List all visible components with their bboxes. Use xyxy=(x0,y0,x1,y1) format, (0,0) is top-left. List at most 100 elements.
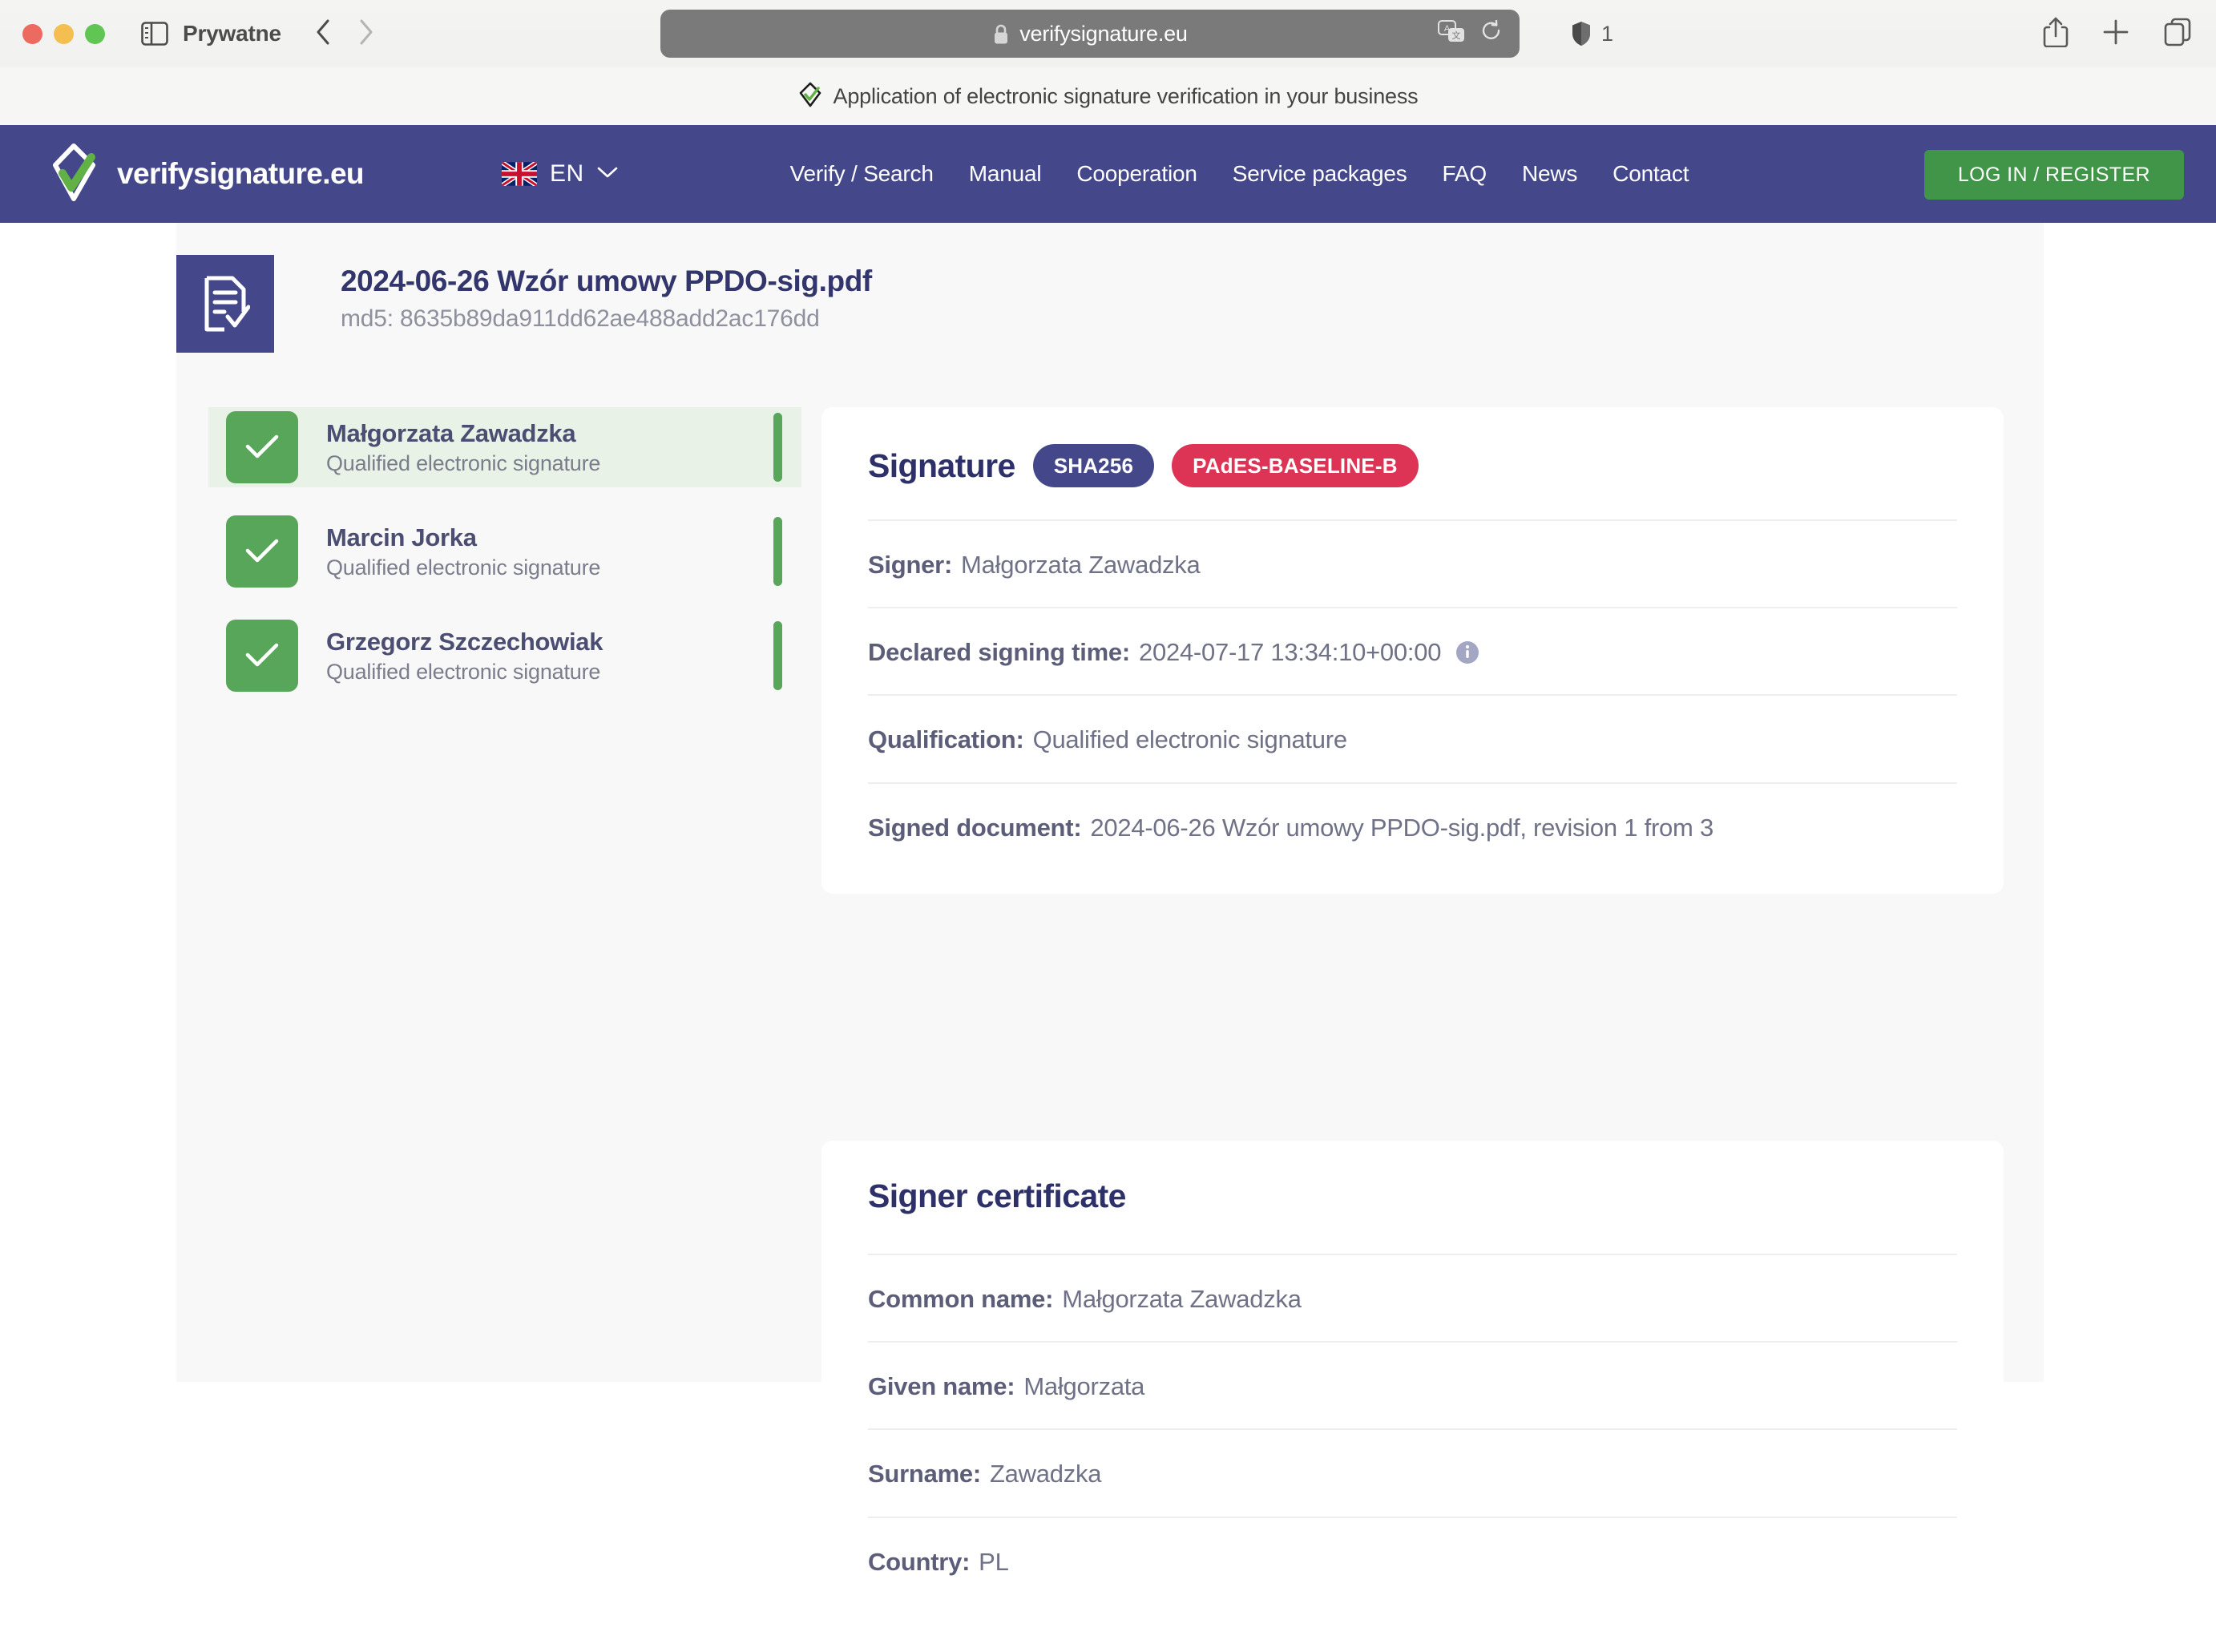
signature-row-signer-label: Signer: xyxy=(868,551,953,579)
document-md5: md5: 8635b89da911dd62ae488add2ac176dd xyxy=(341,305,820,332)
certificate-card-header: Signer certificate xyxy=(868,1177,1957,1254)
nav-item-news[interactable]: News xyxy=(1504,161,1595,187)
signature-card: Signature SHA256 PAdES-BASELINE-B Signer… xyxy=(821,407,2004,894)
browser-toolbar: Prywatne verifysignature.eu A 文 1 xyxy=(0,0,2216,67)
close-window-button[interactable] xyxy=(22,23,42,44)
nav-item-contact[interactable]: Contact xyxy=(1595,161,1706,187)
tab-strip: Application of electronic signature veri… xyxy=(0,67,2216,125)
hash-algorithm-badge: SHA256 xyxy=(1032,444,1155,487)
maximize-window-button[interactable] xyxy=(85,23,105,44)
main-navigation: Verify / Search Manual Cooperation Servi… xyxy=(773,161,1707,187)
nav-item-cooperation[interactable]: Cooperation xyxy=(1059,161,1214,187)
info-icon[interactable] xyxy=(1455,640,1479,664)
signature-row-signed-document-label: Signed document: xyxy=(868,813,1082,842)
certificate-row-surname-label: Surname: xyxy=(868,1460,981,1488)
certificate-row-country: Country: PL xyxy=(868,1516,1957,1604)
site-header: verifysignature.eu EN Verify / Search Ma… xyxy=(0,125,2216,223)
signature-row-signing-time-label: Declared signing time: xyxy=(868,638,1130,667)
nav-item-service-packages[interactable]: Service packages xyxy=(1215,161,1425,187)
signer-type: Qualified electronic signature xyxy=(326,660,601,685)
verifysignature-logo-icon xyxy=(50,143,99,206)
window-controls xyxy=(22,23,105,44)
signer-status-bar xyxy=(773,413,782,482)
forward-button[interactable] xyxy=(358,18,374,50)
shield-icon xyxy=(1572,22,1590,46)
navigation-arrows xyxy=(315,18,374,50)
language-switcher[interactable]: EN xyxy=(501,160,618,188)
signer-info: Marcin Jorka Qualified electronic signat… xyxy=(326,523,600,581)
signature-row-signer-value: Małgorzata Zawadzka xyxy=(961,551,1201,579)
nav-item-verify-search[interactable]: Verify / Search xyxy=(773,161,951,187)
signed-document-icon xyxy=(176,255,274,353)
signer-name: Małgorzata Zawadzka xyxy=(326,418,576,447)
brand-logo-link[interactable]: verifysignature.eu xyxy=(50,143,365,206)
signature-format-badge: PAdES-BASELINE-B xyxy=(1172,444,1419,487)
svg-text:文: 文 xyxy=(1452,30,1461,41)
site-favicon xyxy=(798,82,822,111)
nav-item-faq[interactable]: FAQ xyxy=(1425,161,1504,187)
signer-name: Marcin Jorka xyxy=(326,523,477,551)
nav-item-manual[interactable]: Manual xyxy=(951,161,1060,187)
login-register-button[interactable]: LOG IN / REGISTER xyxy=(1923,150,2184,200)
signer-type: Qualified electronic signature xyxy=(326,555,601,580)
sidebar-toggle-button[interactable] xyxy=(141,22,168,46)
signature-valid-icon xyxy=(226,620,298,692)
share-icon[interactable] xyxy=(2043,17,2069,51)
signature-row-qualification-value: Qualified electronic signature xyxy=(1032,725,1348,754)
signature-row-qualification: Qualification: Qualified electronic sign… xyxy=(868,694,1957,782)
signer-certificate-card: Signer certificate Common name: Małgorza… xyxy=(821,1141,2004,1652)
browser-tab[interactable]: Application of electronic signature veri… xyxy=(798,82,1419,111)
certificate-row-common-name: Common name: Małgorzata Zawadzka xyxy=(868,1254,1957,1341)
certificate-row-surname: Surname: Zawadzka xyxy=(868,1428,1957,1516)
content-container: 2024-06-26 Wzór umowy PPDO-sig.pdf md5: … xyxy=(176,223,2044,1652)
signer-list-item-1[interactable]: Marcin Jorka Qualified electronic signat… xyxy=(208,511,801,592)
tracker-shield[interactable]: 1 xyxy=(1571,10,1613,58)
certificate-row-given-name-label: Given name: xyxy=(868,1372,1015,1401)
brand-name: verifysignature.eu xyxy=(117,157,365,190)
certificate-row-country-label: Country: xyxy=(868,1547,971,1576)
document-name: 2024-06-26 Wzór umowy PPDO-sig.pdf xyxy=(341,265,872,297)
certificate-row-given-name: Given name: Małgorzata xyxy=(868,1341,1957,1428)
page-body: 2024-06-26 Wzór umowy PPDO-sig.pdf md5: … xyxy=(0,223,2216,1652)
certificate-row-given-name-value: Małgorzata xyxy=(1023,1372,1145,1401)
flag-gb-icon xyxy=(501,162,537,186)
back-button[interactable] xyxy=(315,18,331,50)
tracker-count: 1 xyxy=(1601,21,1614,46)
address-bar-actions: A 文 xyxy=(1438,10,1502,58)
signer-info: Grzegorz Szczechowiak Qualified electron… xyxy=(326,627,603,685)
signature-row-signed-document-value: 2024-06-26 Wzór umowy PPDO-sig.pdf, revi… xyxy=(1090,813,1713,842)
signature-row-signing-time-value: 2024-07-17 13:34:10+00:00 xyxy=(1138,638,1442,667)
lock-icon xyxy=(992,23,1010,45)
signer-list: Małgorzata Zawadzka Qualified electronic… xyxy=(208,407,801,720)
certificate-row-surname-value: Zawadzka xyxy=(989,1460,1102,1488)
reload-icon[interactable] xyxy=(1481,19,1502,48)
signer-status-bar xyxy=(773,517,782,586)
sidebar-icon xyxy=(141,22,168,46)
signer-status-bar xyxy=(773,621,782,690)
tab-title: Application of electronic signature veri… xyxy=(833,83,1419,108)
signer-list-item-2[interactable]: Grzegorz Szczechowiak Qualified electron… xyxy=(208,616,801,696)
signature-valid-icon xyxy=(226,515,298,588)
certificate-row-common-name-value: Małgorzata Zawadzka xyxy=(1062,1285,1302,1313)
new-tab-icon[interactable] xyxy=(2102,18,2129,50)
show-tabs-icon[interactable] xyxy=(2163,18,2192,50)
private-browsing-label: Prywatne xyxy=(183,21,281,46)
signature-card-header: Signature SHA256 PAdES-BASELINE-B xyxy=(868,444,1957,519)
signature-row-signed-document: Signed document: 2024-06-26 Wzór umowy P… xyxy=(868,782,1957,870)
certificate-row-common-name-label: Common name: xyxy=(868,1285,1054,1313)
language-code: EN xyxy=(549,160,584,187)
signer-type: Qualified electronic signature xyxy=(326,451,601,476)
translate-icon[interactable]: A 文 xyxy=(1438,19,1467,48)
document-titles: 2024-06-26 Wzór umowy PPDO-sig.pdf md5: … xyxy=(341,255,872,333)
browser-actions xyxy=(2043,10,2192,58)
signature-row-signer: Signer: Małgorzata Zawadzka xyxy=(868,519,1957,607)
signature-row-signing-time: Declared signing time: 2024-07-17 13:34:… xyxy=(868,607,1957,694)
chevron-down-icon xyxy=(597,166,618,183)
signer-list-item-0[interactable]: Małgorzata Zawadzka Qualified electronic… xyxy=(208,407,801,487)
certificate-card-title: Signer certificate xyxy=(868,1177,1126,1214)
signature-valid-icon xyxy=(226,411,298,483)
address-bar[interactable]: verifysignature.eu A 文 xyxy=(660,10,1520,58)
minimize-window-button[interactable] xyxy=(54,23,74,44)
document-header: 2024-06-26 Wzór umowy PPDO-sig.pdf md5: … xyxy=(176,255,872,353)
signature-row-qualification-label: Qualification: xyxy=(868,725,1024,754)
